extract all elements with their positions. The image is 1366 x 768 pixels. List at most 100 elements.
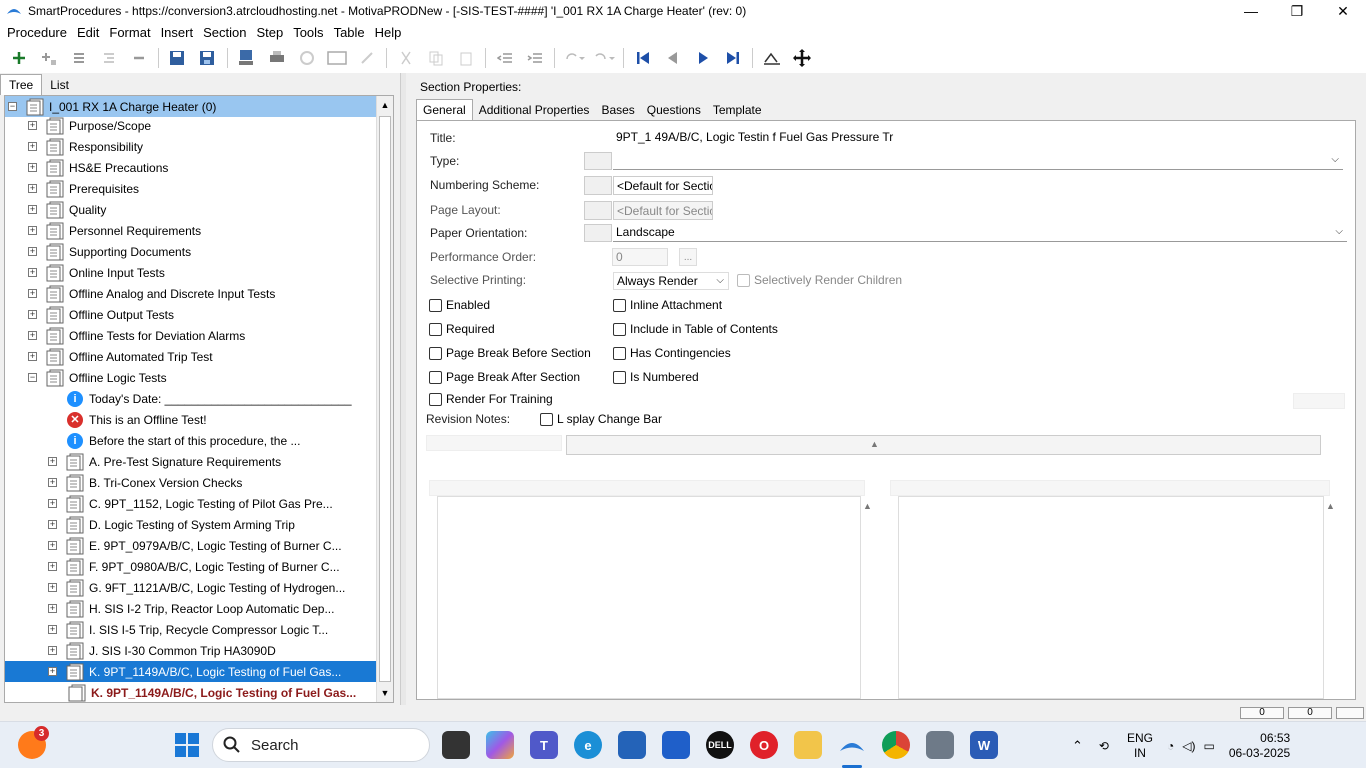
expand-icon[interactable]: +: [48, 562, 57, 571]
word-icon[interactable]: W: [970, 731, 998, 759]
expand-icon[interactable]: +: [28, 310, 37, 319]
file-explorer-icon[interactable]: [794, 731, 822, 759]
expand-icon[interactable]: +: [28, 121, 37, 130]
inline-attachment-checkbox[interactable]: Inline Attachment: [613, 298, 722, 312]
is-numbered-checkbox[interactable]: Is Numbered: [613, 370, 699, 384]
tree-item-section[interactable]: + Personnel Requirements: [28, 220, 201, 241]
expand-icon[interactable]: +: [48, 625, 57, 634]
notification-app-icon[interactable]: 3: [18, 726, 49, 759]
maximize-button[interactable]: ❐: [1274, 0, 1320, 22]
page-break-after-checkbox[interactable]: Page Break After Section: [429, 370, 580, 384]
tab-list[interactable]: List: [42, 75, 77, 95]
app-icon[interactable]: [926, 731, 954, 759]
expand-icon[interactable]: +: [48, 499, 57, 508]
left-notes-editor[interactable]: [437, 496, 861, 699]
list-icon[interactable]: [68, 47, 90, 69]
wifi-icon[interactable]: ◔: [1167, 739, 1174, 753]
chevron-up-icon[interactable]: ⌃: [1072, 738, 1083, 754]
collapse-up-icon[interactable]: ▲: [870, 439, 879, 449]
next-record-icon[interactable]: [692, 47, 714, 69]
tree-item-subsection-selected[interactable]: + K. 9PT_1149A/B/C, Logic Testing of Fuel…: [5, 661, 377, 682]
expand-icon[interactable]: +: [28, 163, 37, 172]
publish-icon[interactable]: [236, 47, 258, 69]
enabled-checkbox[interactable]: Enabled: [429, 298, 490, 312]
find-icon[interactable]: [761, 47, 783, 69]
tree-item-section[interactable]: + Offline Output Tests: [28, 304, 174, 325]
collapse-icon[interactable]: −: [28, 373, 37, 382]
indent-list-icon[interactable]: [98, 47, 120, 69]
tree-item-subsection[interactable]: + B. Tri-Conex Version Checks: [48, 472, 242, 493]
tree-item-subsection[interactable]: + J. SIS I-30 Common Trip HA3090D: [48, 640, 276, 661]
tab-template[interactable]: Template: [707, 100, 768, 120]
tree-item-section[interactable]: + Prerequisites: [28, 178, 139, 199]
scroll-up-icon[interactable]: ▲: [377, 97, 393, 113]
expand-icon[interactable]: +: [28, 226, 37, 235]
expand-icon[interactable]: +: [28, 268, 37, 277]
layout-icon[interactable]: [326, 47, 348, 69]
volume-icon[interactable]: ◁): [1182, 739, 1195, 753]
tree-item-section[interactable]: + Purpose/Scope: [28, 115, 151, 136]
tab-bases[interactable]: Bases: [595, 100, 640, 120]
required-checkbox[interactable]: Required: [429, 322, 495, 336]
menu-insert[interactable]: Insert: [156, 25, 199, 40]
network-settings-icon[interactable]: ⟲: [1099, 739, 1109, 753]
pane-splitter[interactable]: [400, 73, 406, 705]
menu-step[interactable]: Step: [251, 25, 288, 40]
refresh-icon[interactable]: [296, 47, 318, 69]
page-layout-input[interactable]: <Default for Section: [613, 201, 713, 220]
scroll-thumb[interactable]: [379, 116, 391, 682]
tree-item-note[interactable]: ✕ This is an Offline Test!: [67, 409, 207, 430]
add-child-icon[interactable]: [38, 47, 60, 69]
tree-item-subsection[interactable]: + F. 9PT_0980A/B/C, Logic Testing of Burn…: [48, 556, 340, 577]
scroll-up-icon[interactable]: ▲: [863, 501, 872, 511]
paste-icon[interactable]: [455, 47, 477, 69]
tree-item-subsection[interactable]: + E. 9PT_0979A/B/C, Logic Testing of Burn…: [48, 535, 342, 556]
previous-record-icon[interactable]: [662, 47, 684, 69]
tree-item-note[interactable]: i Today's Date: _________________________…: [67, 388, 352, 409]
first-record-icon[interactable]: [632, 47, 654, 69]
expand-icon[interactable]: +: [48, 541, 57, 550]
tree-item-note[interactable]: i Before the start of this procedure, the…: [67, 430, 300, 451]
redo-icon[interactable]: [593, 47, 615, 69]
save-icon[interactable]: [197, 47, 219, 69]
tree-item-section[interactable]: + Offline Automated Trip Test: [28, 346, 213, 367]
expand-icon[interactable]: +: [28, 184, 37, 193]
tree-item-subsection[interactable]: + A. Pre-Test Signature Requirements: [48, 451, 281, 472]
paper-orientation-select[interactable]: Landscape ⌵: [613, 224, 1347, 242]
display-change-bar-checkbox[interactable]: L splay Change Bar: [540, 412, 662, 426]
title-input[interactable]: 9PT_1 49A/B/C, Logic Testin f Fuel Gas P…: [613, 128, 953, 148]
include-toc-checkbox[interactable]: Include in Table of Contents: [613, 322, 778, 336]
expand-icon[interactable]: +: [28, 247, 37, 256]
task-view-icon[interactable]: [442, 731, 470, 759]
smartprocedures-taskbar-icon[interactable]: [838, 731, 866, 759]
tree-item-section[interactable]: + Quality: [28, 199, 106, 220]
expand-icon[interactable]: +: [48, 667, 57, 676]
tree-item-section[interactable]: − Offline Logic Tests: [28, 367, 167, 388]
close-button[interactable]: ✕: [1320, 0, 1366, 22]
tree-item-section[interactable]: + Responsibility: [28, 136, 143, 157]
right-notes-editor[interactable]: [898, 496, 1324, 699]
tab-additional-properties[interactable]: Additional Properties: [473, 100, 596, 120]
performance-order-ellipsis-button[interactable]: ...: [679, 248, 697, 266]
selective-printing-select[interactable]: Always Render ⌵: [613, 272, 729, 290]
expand-icon[interactable]: +: [28, 142, 37, 151]
expand-icon[interactable]: +: [48, 646, 57, 655]
performance-order-spinner[interactable]: 0: [612, 248, 668, 266]
tree-item-subsection[interactable]: + I. SIS I-5 Trip, Recycle Compressor Log…: [48, 619, 328, 640]
undo-icon[interactable]: [563, 47, 585, 69]
type-select[interactable]: ⌵: [613, 152, 1343, 170]
tree-item-section[interactable]: + Online Input Tests: [28, 262, 165, 283]
opera-icon[interactable]: O: [750, 731, 778, 759]
expand-icon[interactable]: +: [48, 520, 57, 529]
collapse-icon[interactable]: −: [8, 102, 17, 111]
remove-icon[interactable]: [128, 47, 150, 69]
teams-icon[interactable]: T: [530, 731, 558, 759]
scroll-down-icon[interactable]: ▼: [377, 685, 393, 701]
tree-root[interactable]: − I_001 RX 1A Charge Heater (0): [5, 96, 377, 117]
print-icon[interactable]: [266, 47, 288, 69]
tree-item-subsection[interactable]: + G. 9FT_1121A/B/C, Logic Testing of Hydr…: [48, 577, 345, 598]
expand-icon[interactable]: +: [28, 331, 37, 340]
last-record-icon[interactable]: [722, 47, 744, 69]
tab-general[interactable]: General: [416, 99, 473, 120]
menu-edit[interactable]: Edit: [72, 25, 104, 40]
